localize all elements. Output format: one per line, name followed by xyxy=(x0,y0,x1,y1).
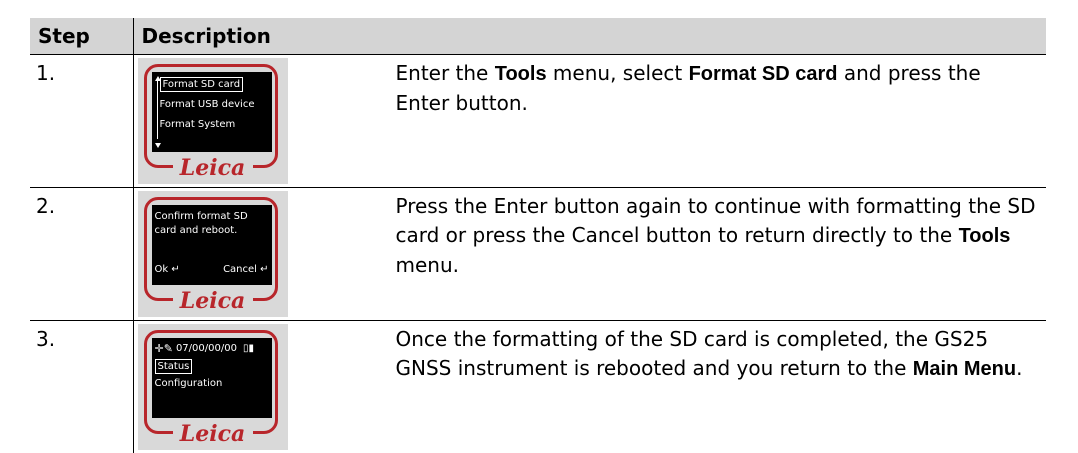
step-number: 2. xyxy=(30,187,134,321)
leica-logo: Leica xyxy=(172,289,253,313)
step-number: 3. xyxy=(30,320,134,453)
screen-line: card and reboot. xyxy=(154,225,238,236)
steps-table: Step Description 1. Format SD card Forma… xyxy=(30,18,1046,453)
header-row: Step Description xyxy=(30,18,1046,55)
screen-line: Configuration xyxy=(154,378,223,389)
leica-logo: Leica xyxy=(172,422,253,446)
screen-status-time: 07/00/00/00 xyxy=(175,343,237,354)
screen-line: Status xyxy=(154,359,193,374)
step-description: Press the Enter button again to continue… xyxy=(395,194,1036,277)
step-description: Once the formatting of the SD card is co… xyxy=(395,327,1023,380)
satellite-icon: ✛✎ xyxy=(154,342,173,355)
step-number: 1. xyxy=(30,54,134,188)
description-cell: Format SD card Format USB device Format … xyxy=(133,54,1046,188)
screen-line: Confirm format SD xyxy=(154,211,248,222)
table-row: 2. Confirm format SD card and reboot. Ok… xyxy=(30,187,1046,321)
scroll-up-icon xyxy=(154,76,161,81)
header-step: Step xyxy=(30,18,134,55)
device-display-image: Confirm format SD card and reboot. Ok ↵ … xyxy=(137,191,288,317)
device-display-image: ✛✎ 07/00/00/00 ▯▮ Status Configuration L… xyxy=(137,324,288,450)
step-description: Enter the Tools menu, select Format SD c… xyxy=(395,61,981,115)
scroll-down-icon xyxy=(154,143,161,148)
device-screen: Format SD card Format USB device Format … xyxy=(151,72,272,152)
screen-line: Format System xyxy=(159,119,236,130)
memory-icon: ▯▮ xyxy=(242,343,254,354)
table-row: 1. Format SD card Format USB device Form… xyxy=(30,54,1046,188)
leica-logo: Leica xyxy=(172,156,253,180)
description-cell: ✛✎ 07/00/00/00 ▯▮ Status Configuration L… xyxy=(133,320,1046,453)
screen-line: Format USB device xyxy=(159,99,255,110)
device-screen: Confirm format SD card and reboot. Ok ↵ … xyxy=(151,205,272,285)
device-display-image: Format SD card Format USB device Format … xyxy=(137,58,288,184)
device-screen: ✛✎ 07/00/00/00 ▯▮ Status Configuration xyxy=(151,338,272,418)
table-row: 3. ✛✎ 07/00/00/00 ▯▮ Status Configuratio… xyxy=(30,320,1046,453)
screen-cancel-label: Cancel ↵ xyxy=(223,264,269,275)
screen-ok-label: Ok ↵ xyxy=(154,264,180,275)
screen-line: Format SD card xyxy=(159,77,244,92)
description-cell: Confirm format SD card and reboot. Ok ↵ … xyxy=(133,187,1046,321)
header-description: Description xyxy=(133,18,1046,55)
